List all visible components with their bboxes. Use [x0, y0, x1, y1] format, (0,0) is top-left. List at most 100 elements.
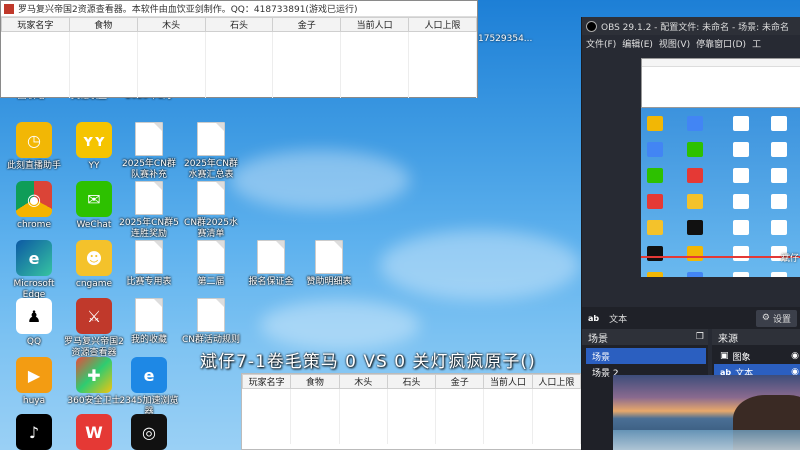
table-cell[interactable]: [290, 421, 340, 433]
window-title-bar[interactable]: 罗马复兴帝国2资源查看器。本软件由血饮亚剑制作。QQ：418733891(游戏已…: [1, 1, 477, 17]
table-cell[interactable]: [387, 399, 437, 411]
table-cell[interactable]: [242, 432, 292, 444]
column-header[interactable]: 木头: [338, 374, 388, 389]
resource-table[interactable]: 玩家名字 食物 木头 石头 金子 当前人口 人口上限: [1, 17, 477, 98]
table-cell[interactable]: [1, 75, 70, 87]
table-row[interactable]: [242, 421, 582, 433]
table-cell[interactable]: [1, 86, 70, 98]
column-header[interactable]: 石头: [204, 17, 274, 32]
table-cell[interactable]: [340, 42, 410, 54]
desktop-shortcut[interactable]: ◎OBS: [118, 414, 180, 450]
table-cell[interactable]: [272, 53, 342, 65]
table-cell[interactable]: [408, 31, 477, 43]
table-cell[interactable]: [532, 399, 582, 411]
table-row[interactable]: [242, 388, 582, 400]
table-cell[interactable]: [272, 42, 342, 54]
table-cell[interactable]: [532, 432, 582, 444]
table-cell[interactable]: [290, 410, 340, 422]
desktop-shortcut[interactable]: 2025年CN群队赛补充: [118, 122, 180, 181]
desktop-shortcut[interactable]: ◷ 此刻直播助手: [3, 122, 65, 172]
desktop-shortcut[interactable]: CN群活动规则: [180, 298, 242, 346]
column-header[interactable]: 食物: [68, 17, 138, 32]
obs-title-bar[interactable]: OBS 29.1.2 - 配置文件: 未命名 - 场景: 未命名: [582, 17, 800, 35]
table-cell[interactable]: [408, 75, 477, 87]
table-cell[interactable]: [290, 399, 340, 411]
table-cell[interactable]: [483, 399, 533, 411]
table-cell[interactable]: [272, 75, 342, 87]
table-cell[interactable]: [408, 64, 477, 76]
table-row[interactable]: [1, 75, 477, 87]
table-row[interactable]: [1, 53, 477, 65]
obs-menu-item[interactable]: 视图(V): [659, 37, 690, 50]
source-item-image[interactable]: ▣ 图象 ◉: [714, 348, 800, 364]
desktop-shortcut[interactable]: ◉ chrome: [3, 181, 65, 231]
column-header[interactable]: 当前人口: [340, 17, 410, 32]
visibility-eye-icon[interactable]: ◉: [791, 351, 799, 361]
desktop-shortcut[interactable]: 2025年CN群5连胜奖励: [118, 181, 180, 240]
desktop-shortcut[interactable]: ☻ cngame: [63, 240, 125, 290]
table-cell[interactable]: [69, 53, 138, 65]
column-header[interactable]: 食物: [290, 374, 340, 389]
table-cell[interactable]: [483, 432, 533, 444]
column-header[interactable]: 金子: [435, 374, 485, 389]
table-cell[interactable]: [340, 53, 410, 65]
table-row[interactable]: [242, 410, 582, 422]
column-header[interactable]: 人口上限: [408, 17, 477, 32]
table-cell[interactable]: [339, 399, 388, 411]
table-cell[interactable]: [435, 399, 485, 411]
resource-table-2[interactable]: 玩家名字 食物 木头 石头 金子 当前人口 人口上限: [241, 374, 582, 444]
table-cell[interactable]: [532, 388, 582, 400]
table-cell[interactable]: [137, 64, 206, 76]
desktop-shortcut[interactable]: 2025年CN群水赛汇总表: [180, 122, 242, 181]
table-cell[interactable]: [1, 31, 70, 43]
column-header[interactable]: 石头: [386, 374, 437, 389]
table-cell[interactable]: [387, 421, 437, 433]
desktop-shortcut[interactable]: 第二届: [180, 240, 242, 288]
obs-preview[interactable]: 斌仔: [641, 58, 800, 277]
table-cell[interactable]: [137, 86, 206, 98]
table-cell[interactable]: [340, 75, 410, 87]
table-cell[interactable]: [532, 410, 582, 422]
table-cell[interactable]: [435, 421, 485, 433]
table-cell[interactable]: [205, 42, 274, 54]
table-cell[interactable]: [1, 64, 70, 76]
column-header[interactable]: 金子: [272, 17, 342, 32]
table-row[interactable]: [1, 86, 477, 98]
column-header[interactable]: 玩家名字: [241, 374, 292, 389]
table-row[interactable]: [1, 31, 477, 43]
table-cell[interactable]: [340, 86, 410, 98]
desktop-shortcut[interactable]: ♟ QQ: [3, 298, 65, 348]
table-row[interactable]: [1, 42, 477, 54]
desktop-shortcut[interactable]: 赞助明细表: [298, 240, 360, 288]
table-cell[interactable]: [408, 53, 477, 65]
column-header[interactable]: 人口上限: [531, 374, 582, 389]
desktop-shortcut[interactable]: ʏʏ YY: [63, 122, 125, 172]
table-cell[interactable]: [205, 75, 274, 87]
desktop-shortcut[interactable]: e 2345加速浏览器: [118, 357, 180, 418]
table-cell[interactable]: [69, 86, 138, 98]
table-cell[interactable]: [435, 388, 485, 400]
table-cell[interactable]: [272, 86, 342, 98]
table-cell[interactable]: [69, 64, 138, 76]
desktop-shortcut[interactable]: ✚ 360安全卫士: [63, 357, 125, 407]
table-cell[interactable]: [205, 64, 274, 76]
obs-menu-item[interactable]: 停靠窗口(D): [696, 37, 746, 50]
table-cell[interactable]: [408, 42, 477, 54]
desktop-shortcut[interactable]: 我的收藏: [118, 298, 180, 346]
table-cell[interactable]: [290, 432, 340, 444]
resource-viewer-window[interactable]: 罗马复兴帝国2资源查看器。本软件由血饮亚剑制作。QQ：418733891(游戏已…: [0, 0, 478, 98]
table-cell[interactable]: [435, 432, 485, 444]
table-row[interactable]: [242, 399, 582, 411]
desktop-shortcut[interactable]: ♪tiktok: [3, 414, 65, 450]
dock-icon[interactable]: ❐: [696, 332, 704, 342]
settings-button[interactable]: ⚙ 设置: [755, 309, 797, 327]
table-cell[interactable]: [137, 75, 206, 87]
table-cell[interactable]: [483, 410, 533, 422]
desktop-shortcut[interactable]: WWPS: [63, 414, 125, 450]
desktop-shortcut[interactable]: ▶ huya: [3, 357, 65, 407]
desktop-shortcut[interactable]: 报名保证金: [240, 240, 302, 288]
obs-menu-item[interactable]: 编辑(E): [622, 37, 653, 50]
table-row[interactable]: [242, 432, 582, 444]
table-cell[interactable]: [205, 31, 274, 43]
table-cell[interactable]: [69, 31, 138, 43]
